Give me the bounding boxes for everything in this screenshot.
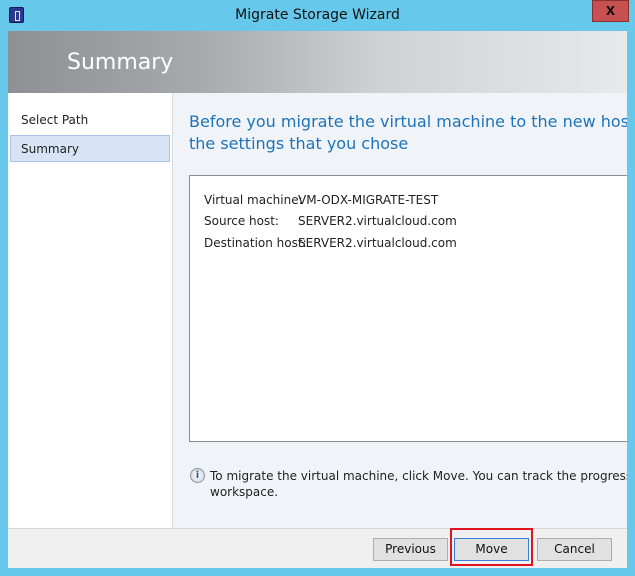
heading-line-1: Before you migrate the virtual machine t… (189, 112, 627, 131)
wizard-nav: Select Path Summary (8, 93, 173, 528)
summary-heading: Before you migrate the virtual machine t… (189, 111, 627, 155)
page-title: Summary (67, 50, 174, 75)
summary-value: SERVER2.virtualcloud.com (298, 236, 457, 250)
nav-item-select-path[interactable]: Select Path (10, 106, 170, 133)
heading-line-2: the settings that you chose (189, 134, 409, 153)
summary-row-vm: Virtual machine: VM-ODX-MIGRATE-TEST (204, 193, 438, 207)
summary-box: Virtual machine: VM-ODX-MIGRATE-TEST Sour… (189, 175, 627, 442)
move-button-highlight (450, 528, 533, 566)
wizard-window: Summary Select Path Summary Before you m… (8, 31, 627, 568)
title-bar: Migrate Storage Wizard X (0, 0, 635, 31)
info-text: To migrate the virtual machine, click Mo… (210, 468, 627, 500)
info-icon: i (190, 468, 205, 483)
summary-row-destination: Destination host: SERVER2.virtualcloud.co… (204, 236, 457, 250)
summary-label: Source host: (204, 214, 279, 228)
cancel-button[interactable]: Cancel (537, 538, 612, 561)
summary-value: SERVER2.virtualcloud.com (298, 214, 457, 228)
close-button[interactable]: X (592, 0, 629, 22)
summary-label: Virtual machine: (204, 193, 303, 207)
info-line-1: To migrate the virtual machine, click Mo… (210, 469, 627, 483)
wizard-footer: Previous Move Cancel (8, 528, 627, 568)
wizard-header: Summary (8, 31, 627, 93)
summary-label: Destination host: (204, 236, 307, 250)
summary-value: VM-ODX-MIGRATE-TEST (298, 193, 439, 207)
nav-item-summary[interactable]: Summary (10, 135, 170, 162)
previous-button[interactable]: Previous (373, 538, 448, 561)
window-title: Migrate Storage Wizard (235, 7, 400, 23)
info-line-2: workspace. (210, 485, 279, 499)
summary-row-source: Source host: SERVER2.virtualcloud.com (204, 214, 457, 228)
